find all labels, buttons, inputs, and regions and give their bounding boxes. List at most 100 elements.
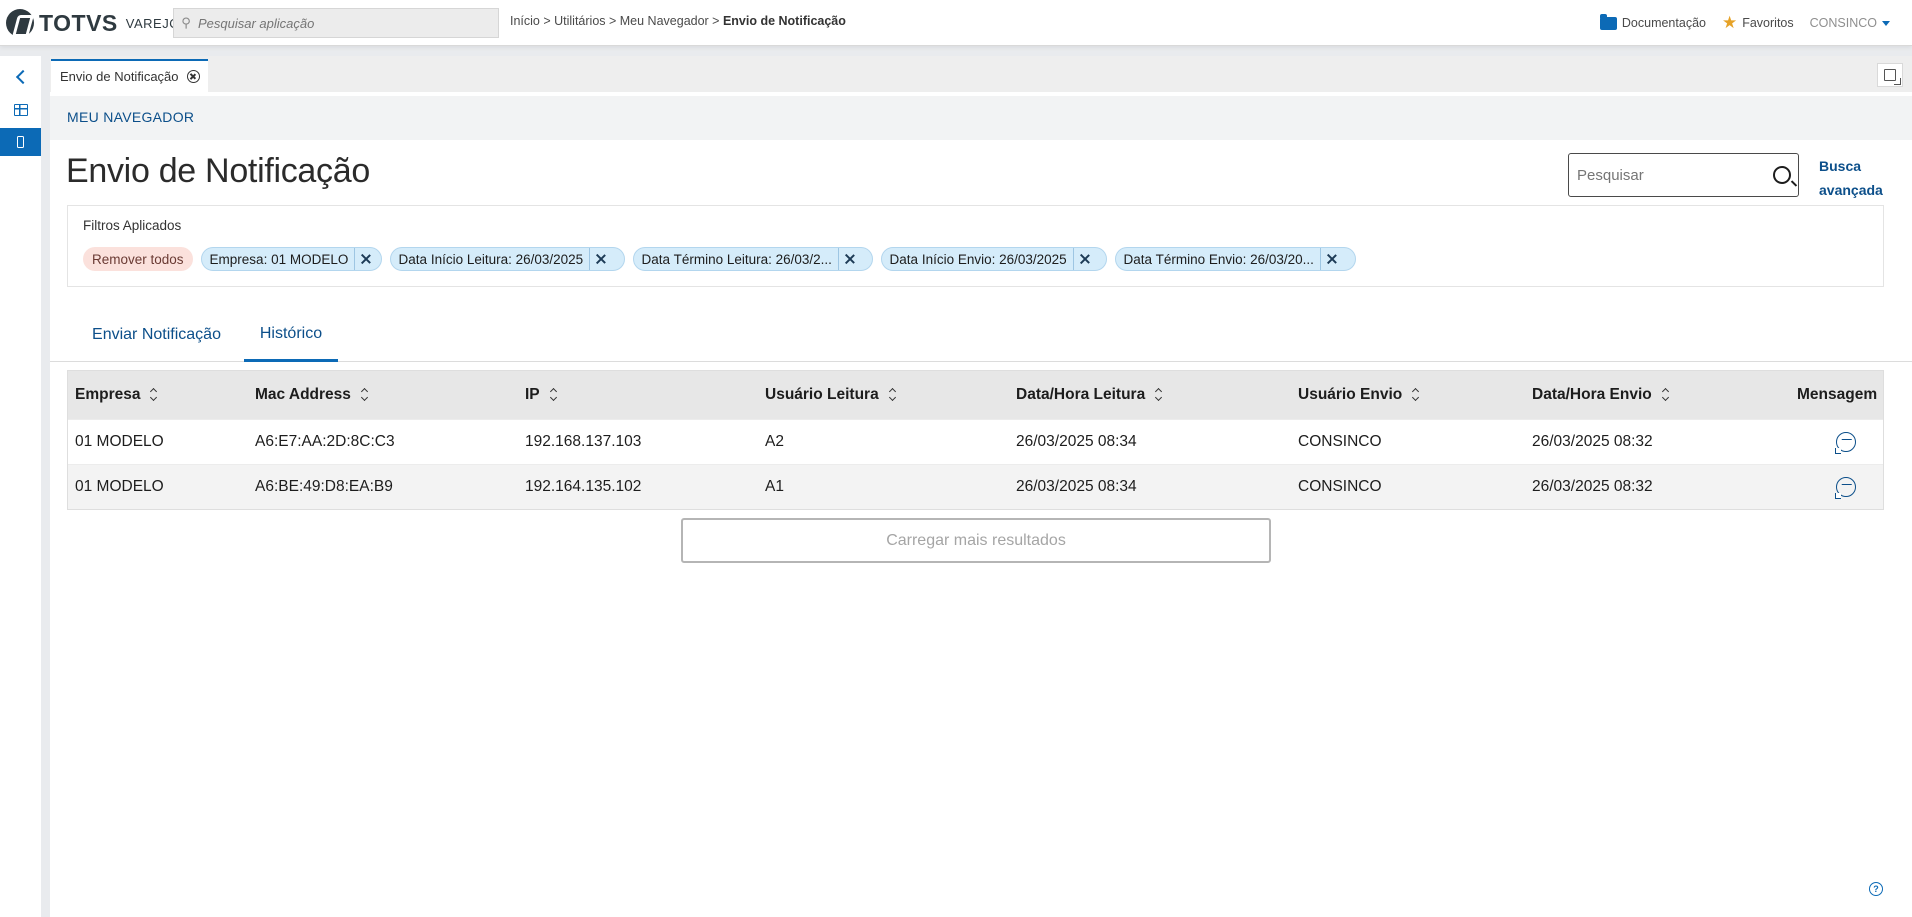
filter-chip-label: Data Início Leitura: 26/03/2025 xyxy=(398,251,584,267)
filter-chip-data-termino-envio: Data Término Envio: 26/03/20... xyxy=(1114,247,1356,271)
sort-icon xyxy=(550,389,558,401)
sidebar-item-dashboard[interactable] xyxy=(0,96,41,124)
cell-empresa: 01 MODELO xyxy=(75,433,164,450)
column-label: Usuário Leitura xyxy=(765,386,879,403)
column-header-usuario-leitura[interactable]: Usuário Leitura xyxy=(765,371,897,419)
cell-mac-address: A6:E7:AA:2D:8C:C3 xyxy=(255,433,395,450)
page-search-input[interactable] xyxy=(1577,166,1763,184)
user-name: CONSINCO xyxy=(1809,16,1877,30)
column-header-mensagem: Mensagem xyxy=(1797,371,1877,419)
view-message-button[interactable] xyxy=(1835,420,1856,464)
close-icon[interactable] xyxy=(1072,248,1095,270)
close-tab-icon[interactable] xyxy=(186,70,200,83)
sort-icon xyxy=(361,389,369,401)
close-all-tabs-button[interactable] xyxy=(1877,63,1903,87)
sort-icon xyxy=(1662,389,1670,401)
cell-data-hora-leitura: 26/03/2025 08:34 xyxy=(1016,478,1137,495)
table-icon xyxy=(13,104,28,116)
table-row[interactable]: 01 MODELO A6:E7:AA:2D:8C:C3 192.168.137.… xyxy=(68,419,1883,464)
column-label: Empresa xyxy=(75,386,141,403)
document-tab-strip: Envio de Notificação xyxy=(50,56,1912,92)
close-icon[interactable] xyxy=(589,248,611,270)
column-header-data-hora-envio[interactable]: Data/Hora Envio xyxy=(1532,371,1670,419)
load-more-button[interactable]: Carregar mais resultados xyxy=(681,518,1271,563)
cell-usuario-envio: CONSINCO xyxy=(1298,478,1382,495)
help-icon[interactable]: ? xyxy=(1869,882,1883,896)
favorites-link[interactable]: ★ Favoritos xyxy=(1722,13,1794,33)
totvs-logo-icon xyxy=(6,9,34,37)
table-row[interactable]: 01 MODELO A6:BE:49:D8:EA:B9 192.164.135.… xyxy=(68,464,1883,509)
page-search-box xyxy=(1568,153,1799,197)
section-label: MEU NAVEGADOR xyxy=(67,109,195,125)
cell-usuario-leitura: A2 xyxy=(765,433,784,450)
filter-chips: Remover todos Empresa: 01 MODELO Data In… xyxy=(83,247,1364,271)
filter-chip-label: Empresa: 01 MODELO xyxy=(209,251,349,267)
doc-tab-envio-notificacao[interactable]: Envio de Notificação xyxy=(51,59,208,92)
view-message-button[interactable] xyxy=(1835,465,1856,509)
star-icon: ★ xyxy=(1721,13,1738,32)
sort-icon xyxy=(889,389,897,401)
cell-data-hora-leitura: 26/03/2025 08:34 xyxy=(1016,433,1137,450)
page-title: Envio de Notificação xyxy=(66,152,370,190)
main-panel: Envio de Notificação MEU NAVEGADOR Envio… xyxy=(50,56,1912,917)
documentation-link[interactable]: Documentação xyxy=(1599,13,1706,30)
column-header-data-hora-leitura[interactable]: Data/Hora Leitura xyxy=(1016,371,1163,419)
cell-empresa: 01 MODELO xyxy=(75,478,164,495)
filter-chip-label: Data Término Leitura: 26/03/2... xyxy=(641,251,832,267)
collapse-menu-button[interactable] xyxy=(0,63,41,91)
sidebar-item-mobile[interactable] xyxy=(0,128,41,156)
column-header-empresa[interactable]: Empresa xyxy=(75,371,158,419)
advanced-search-link[interactable]: Busca avançada xyxy=(1819,154,1889,202)
cell-usuario-leitura: A1 xyxy=(765,478,784,495)
filter-chip-data-inicio-leitura: Data Início Leitura: 26/03/2025 xyxy=(389,247,625,271)
breadcrumb-path[interactable]: Início > Utilitários > Meu Navegador > xyxy=(510,14,723,28)
app-search-input[interactable] xyxy=(198,15,488,31)
column-label: Data/Hora Leitura xyxy=(1016,386,1146,403)
top-links: Documentação ★ Favoritos CONSINCO xyxy=(1584,13,1890,33)
breadcrumb-current: Envio de Notificação xyxy=(722,14,846,28)
content-tabs: Enviar Notificação Histórico xyxy=(50,308,1912,362)
search-icon[interactable] xyxy=(1773,166,1791,184)
filter-chip-empresa: Empresa: 01 MODELO xyxy=(200,247,382,271)
cell-ip: 192.164.135.102 xyxy=(525,478,642,495)
breadcrumb: Início > Utilitários > Meu Navegador > E… xyxy=(510,14,846,28)
tab-historico[interactable]: Histórico xyxy=(244,308,338,362)
chevron-left-icon xyxy=(15,69,30,85)
column-label: Mac Address xyxy=(255,386,351,403)
cell-ip: 192.168.137.103 xyxy=(525,433,642,450)
cell-data-hora-envio: 26/03/2025 08:32 xyxy=(1532,433,1653,450)
favorites-label: Favoritos xyxy=(1742,16,1794,30)
column-label: Mensagem xyxy=(1797,386,1878,403)
column-header-mac-address[interactable]: Mac Address xyxy=(255,371,369,419)
close-icon[interactable] xyxy=(837,248,860,270)
cell-data-hora-envio: 26/03/2025 08:32 xyxy=(1532,478,1653,495)
column-header-usuario-envio[interactable]: Usuário Envio xyxy=(1298,371,1420,419)
column-label: Data/Hora Envio xyxy=(1532,386,1652,403)
message-icon xyxy=(1835,432,1856,454)
history-table: Empresa Mac Address IP Usuário Leitura D… xyxy=(67,370,1884,510)
left-sidebar xyxy=(0,56,41,917)
mobile-icon xyxy=(17,136,24,148)
totvs-logo[interactable]: TOTVS VAREJO xyxy=(6,9,180,37)
product-name: VAREJO xyxy=(125,15,180,31)
doc-tab-label: Envio de Notificação xyxy=(60,69,179,84)
brand-name: TOTVS xyxy=(39,9,118,36)
column-label: IP xyxy=(525,386,540,403)
top-bar: TOTVS VAREJO ⚲ Início > Utilitários > Me… xyxy=(0,0,1912,46)
remove-all-filters-button[interactable]: Remover todos xyxy=(83,247,193,271)
table-header: Empresa Mac Address IP Usuário Leitura D… xyxy=(68,371,1883,419)
filters-label: Filtros Aplicados xyxy=(83,218,182,233)
user-menu[interactable]: CONSINCO xyxy=(1810,16,1890,30)
close-icon[interactable] xyxy=(354,248,376,270)
folder-icon xyxy=(1599,13,1617,30)
tab-enviar-notificacao[interactable]: Enviar Notificação xyxy=(74,308,239,362)
search-icon: ⚲ xyxy=(181,15,191,30)
chevron-down-icon xyxy=(1882,20,1890,26)
column-header-ip[interactable]: IP xyxy=(525,371,558,419)
filter-chip-label: Data Início Envio: 26/03/2025 xyxy=(889,251,1067,267)
message-icon xyxy=(1835,477,1856,499)
column-label: Usuário Envio xyxy=(1298,386,1403,403)
documentation-label: Documentação xyxy=(1621,16,1706,30)
section-header: MEU NAVEGADOR xyxy=(50,96,1912,140)
close-icon[interactable] xyxy=(1319,248,1342,270)
